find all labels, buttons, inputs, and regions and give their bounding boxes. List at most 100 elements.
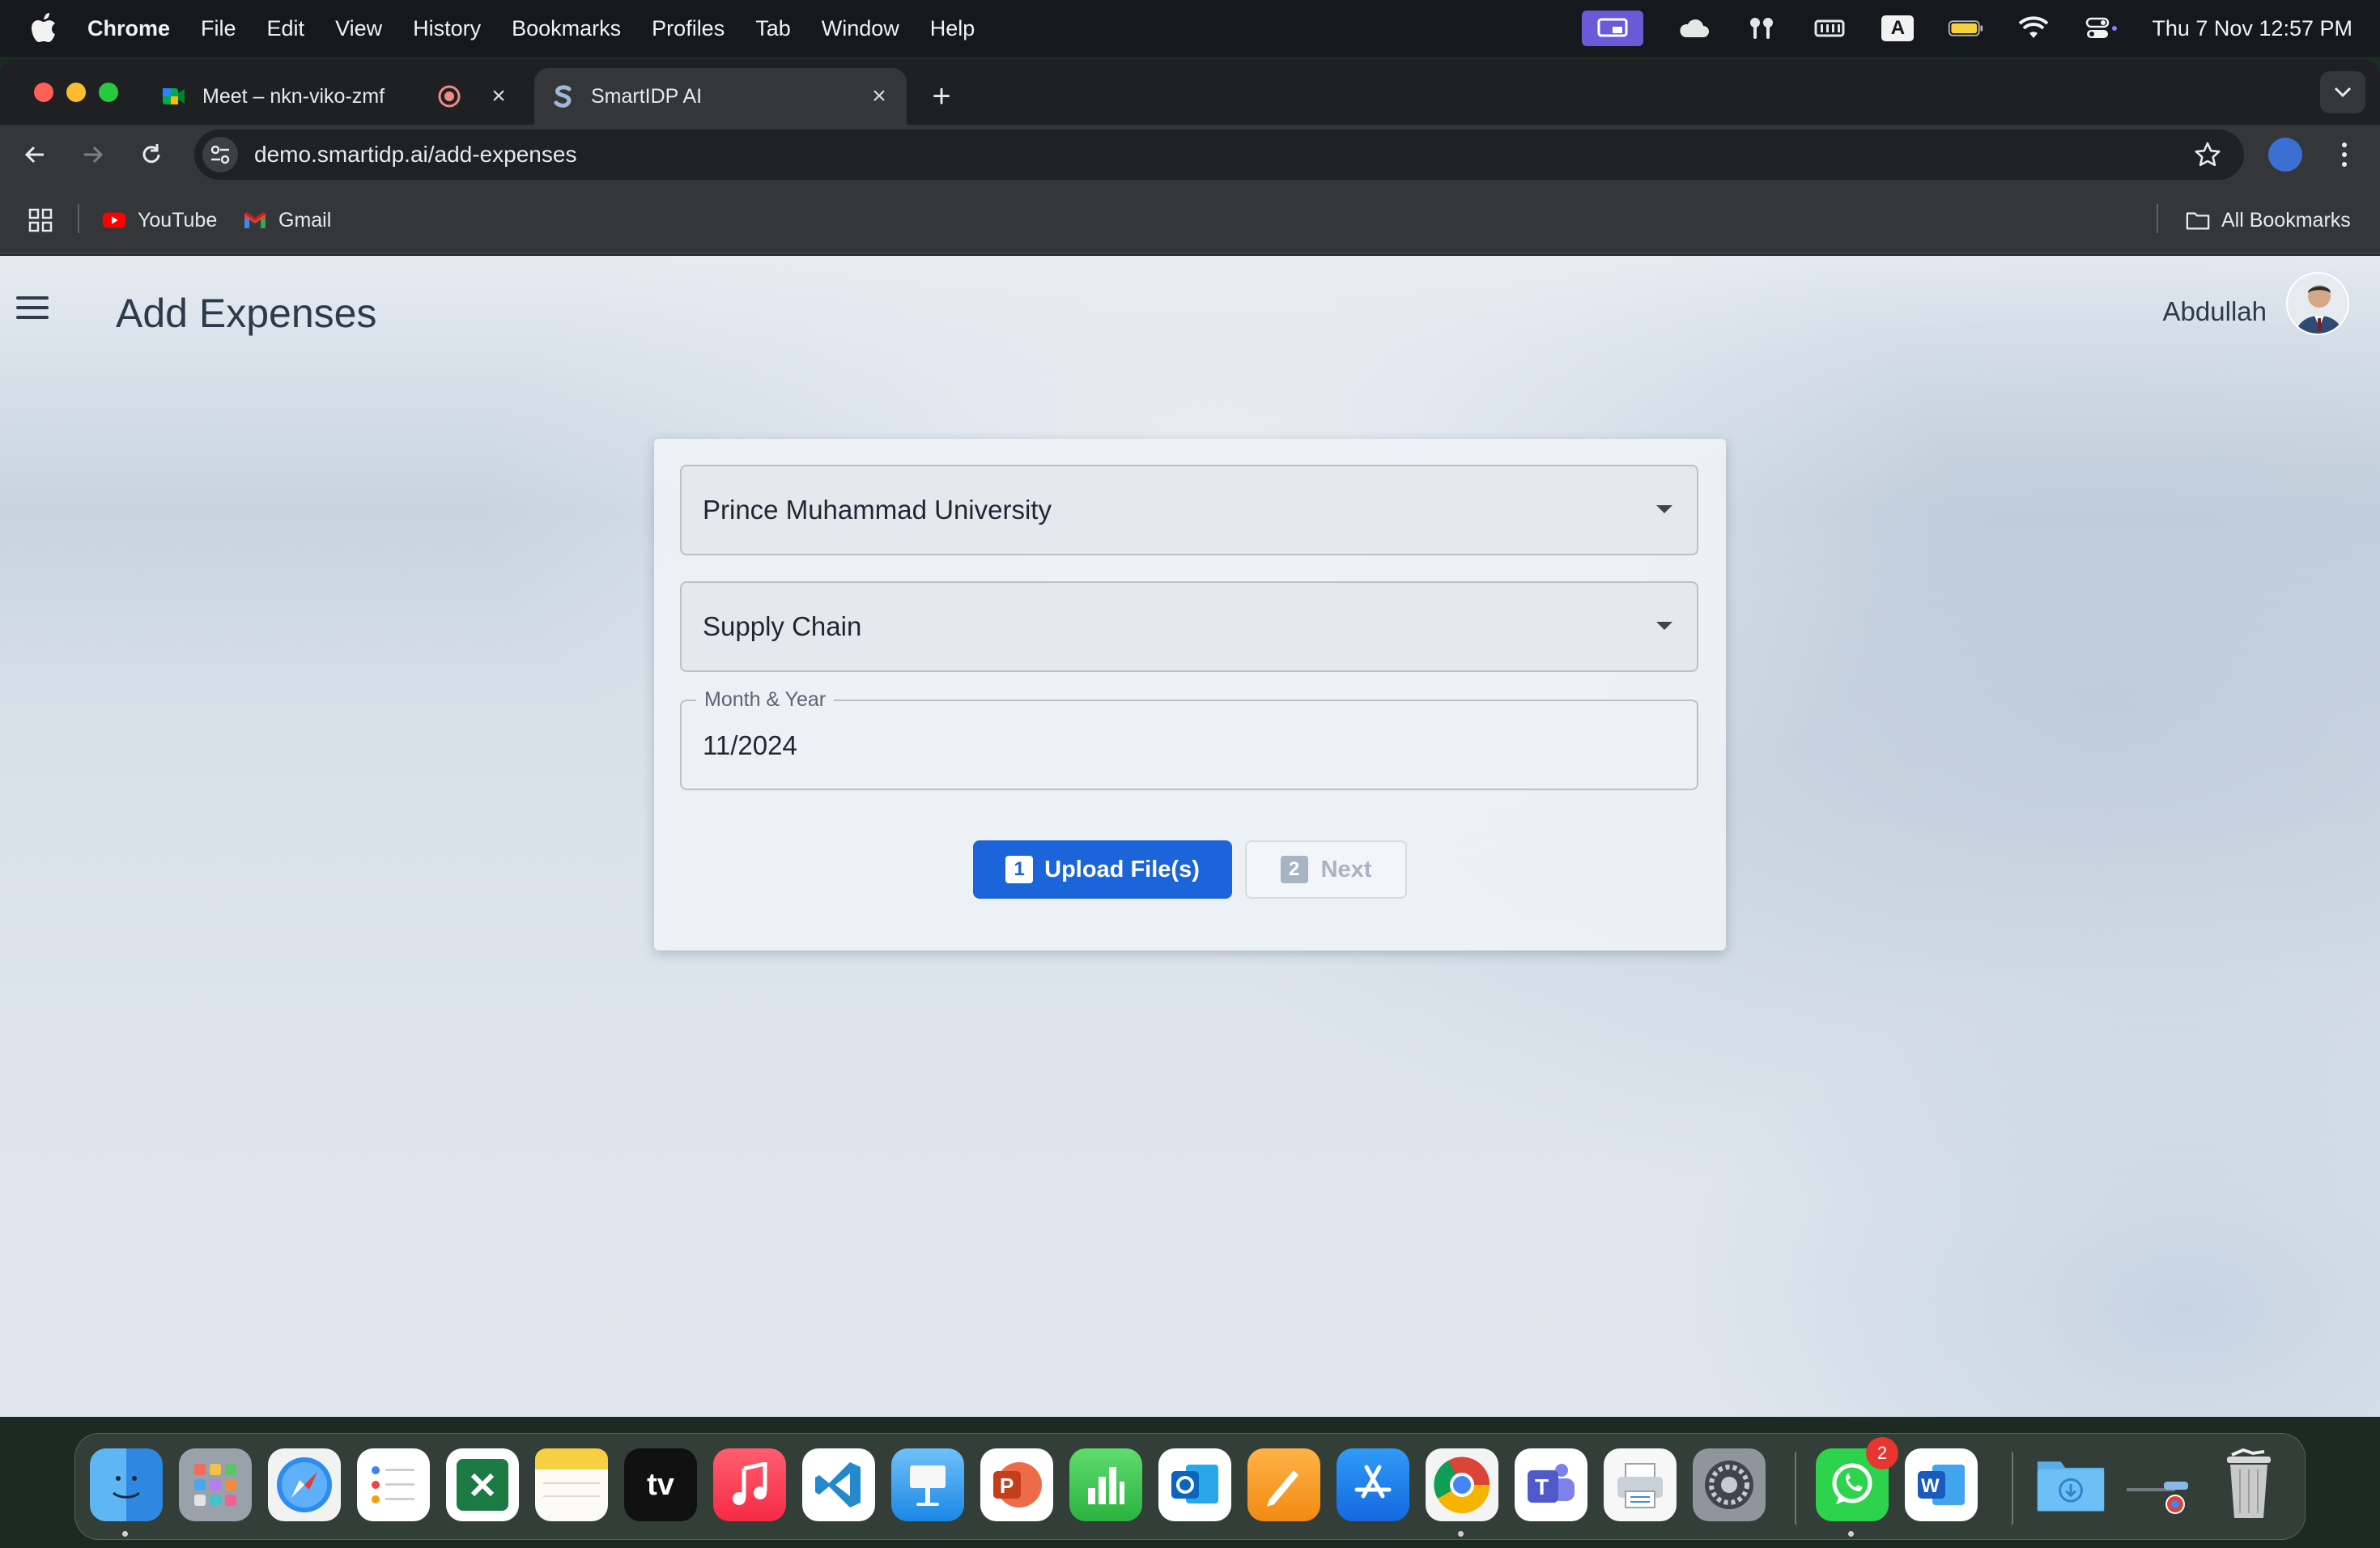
macos-dock: tv P T 2 W [74,1433,2306,1540]
apple-tv-icon[interactable]: tv [624,1448,697,1521]
month-year-label: Month & Year [696,688,835,712]
window-close-button[interactable] [34,83,53,102]
svg-text:P: P [1000,1474,1014,1498]
recent-documents-icon[interactable] [2123,1448,2196,1521]
tab-search-icon[interactable] [2320,71,2365,113]
department-value: Supply Chain [703,611,862,641]
memory-icon[interactable] [1812,16,1847,40]
launchpad-icon[interactable] [179,1448,252,1521]
screen-sharing-icon[interactable] [1582,11,1644,46]
bookmark-youtube[interactable]: YouTube [102,204,217,236]
bookmark-gmail[interactable]: Gmail [243,204,331,236]
menu-history[interactable]: History [413,16,481,41]
url-text[interactable]: demo.smartidp.ai/add-expenses [254,142,576,168]
menu-file[interactable]: File [201,16,236,41]
icloud-icon[interactable] [1676,16,1711,40]
downloads-folder-icon[interactable] [2034,1448,2107,1521]
organization-select[interactable]: Prince Muhammad University [680,465,1698,555]
excel-icon[interactable] [446,1448,519,1521]
menu-profiles[interactable]: Profiles [652,16,725,41]
step-number: 2 [1280,856,1308,883]
hamburger-menu-icon[interactable] [16,296,49,321]
reminders-icon[interactable] [357,1448,430,1521]
folder-icon [2186,208,2210,232]
window-minimize-button[interactable] [66,83,86,102]
running-indicator [1848,1531,1854,1537]
close-tab-icon[interactable]: × [482,80,515,113]
menu-window[interactable]: Window [822,16,899,41]
site-settings-icon[interactable] [202,137,238,172]
svg-text:W: W [1921,1475,1940,1497]
reload-icon[interactable] [133,136,170,173]
trash-icon[interactable] [2212,1448,2285,1521]
organization-value: Prince Muhammad University [703,495,1052,525]
bookmark-star-icon[interactable] [2192,139,2223,170]
pages-icon[interactable] [1247,1448,1320,1521]
address-bar[interactable]: demo.smartidp.ai/add-expenses [194,130,2244,180]
menu-bookmarks[interactable]: Bookmarks [512,16,621,41]
profile-avatar-icon[interactable] [2268,138,2302,172]
apple-tv-label: tv [647,1467,674,1502]
battery-icon[interactable] [1948,16,1983,40]
page-content: Add Expenses Abdullah Prince Muhammad Un… [0,256,2380,1417]
more-options-icon[interactable] [2330,138,2359,172]
menu-app-chrome[interactable]: Chrome [87,16,170,41]
page-title: Add Expenses [116,291,377,336]
system-settings-icon[interactable] [1693,1448,1766,1521]
dropdown-caret-icon [1656,622,1672,630]
vscode-icon[interactable] [802,1448,875,1521]
printer-icon[interactable] [1604,1448,1677,1521]
recording-indicator-icon [437,84,461,108]
control-center-icon[interactable] [2084,16,2119,40]
tab-google-meet[interactable]: Meet – nkn-viko-zmf × [146,68,526,125]
dock-divider [2012,1452,2013,1525]
all-bookmarks-button[interactable]: All Bookmarks [2186,204,2351,236]
apple-menu-icon[interactable] [31,12,58,45]
google-meet-icon [162,84,186,108]
tab-smartidp[interactable]: SmartIDP AI × [534,68,907,125]
outlook-icon[interactable] [1158,1448,1231,1521]
back-arrow-icon[interactable] [16,136,53,173]
airpods-icon[interactable] [1744,16,1779,40]
month-year-input[interactable]: Month & Year 11/2024 [680,688,1698,790]
tab-title: Meet – nkn-viko-zmf [202,84,385,108]
next-label: Next [1320,856,1372,882]
finder-icon[interactable] [90,1448,163,1521]
wifi-icon[interactable] [2016,16,2051,40]
whatsapp-icon[interactable]: 2 [1816,1437,1898,1521]
input-source-icon[interactable]: A [1880,15,1915,41]
safari-icon[interactable] [268,1448,341,1521]
bookmark-label: Gmail [278,208,332,232]
forward-arrow-icon[interactable] [74,136,112,173]
menu-help[interactable]: Help [930,16,975,41]
user-avatar[interactable] [2286,272,2349,335]
user-name[interactable]: Abdullah [2163,296,2267,327]
word-icon[interactable]: W [1905,1448,1978,1521]
numbers-icon[interactable] [1069,1448,1142,1521]
upload-files-button[interactable]: 1 Upload File(s) [973,840,1232,899]
app-store-icon[interactable] [1337,1448,1409,1521]
running-indicator [1458,1531,1464,1537]
powerpoint-icon[interactable]: P [980,1448,1053,1521]
menu-tab[interactable]: Tab [755,16,791,41]
chrome-window: Meet – nkn-viko-zmf × SmartIDP AI × + de… [0,60,2380,1417]
menubar-clock[interactable]: Thu 7 Nov 12:57 PM [2152,16,2352,41]
menu-edit[interactable]: Edit [267,16,305,41]
close-tab-icon[interactable]: × [863,80,895,113]
next-button[interactable]: 2 Next [1245,840,1407,899]
upload-files-label: Upload File(s) [1044,856,1200,882]
notes-icon[interactable] [535,1448,608,1521]
input-source-label: A [1881,15,1915,41]
menu-view[interactable]: View [335,16,382,41]
window-zoom-button[interactable] [99,83,118,102]
expense-form-card: Prince Muhammad University Supply Chain … [654,439,1726,950]
new-tab-icon[interactable]: + [923,78,960,115]
keynote-icon[interactable] [891,1448,964,1521]
apps-grid-icon[interactable] [28,204,53,236]
tab-title: SmartIDP AI [591,84,703,108]
teams-icon[interactable]: T [1515,1448,1587,1521]
department-select[interactable]: Supply Chain [680,581,1698,672]
svg-text:T: T [1535,1474,1549,1499]
chrome-icon[interactable] [1426,1448,1498,1521]
music-icon[interactable] [713,1448,786,1521]
